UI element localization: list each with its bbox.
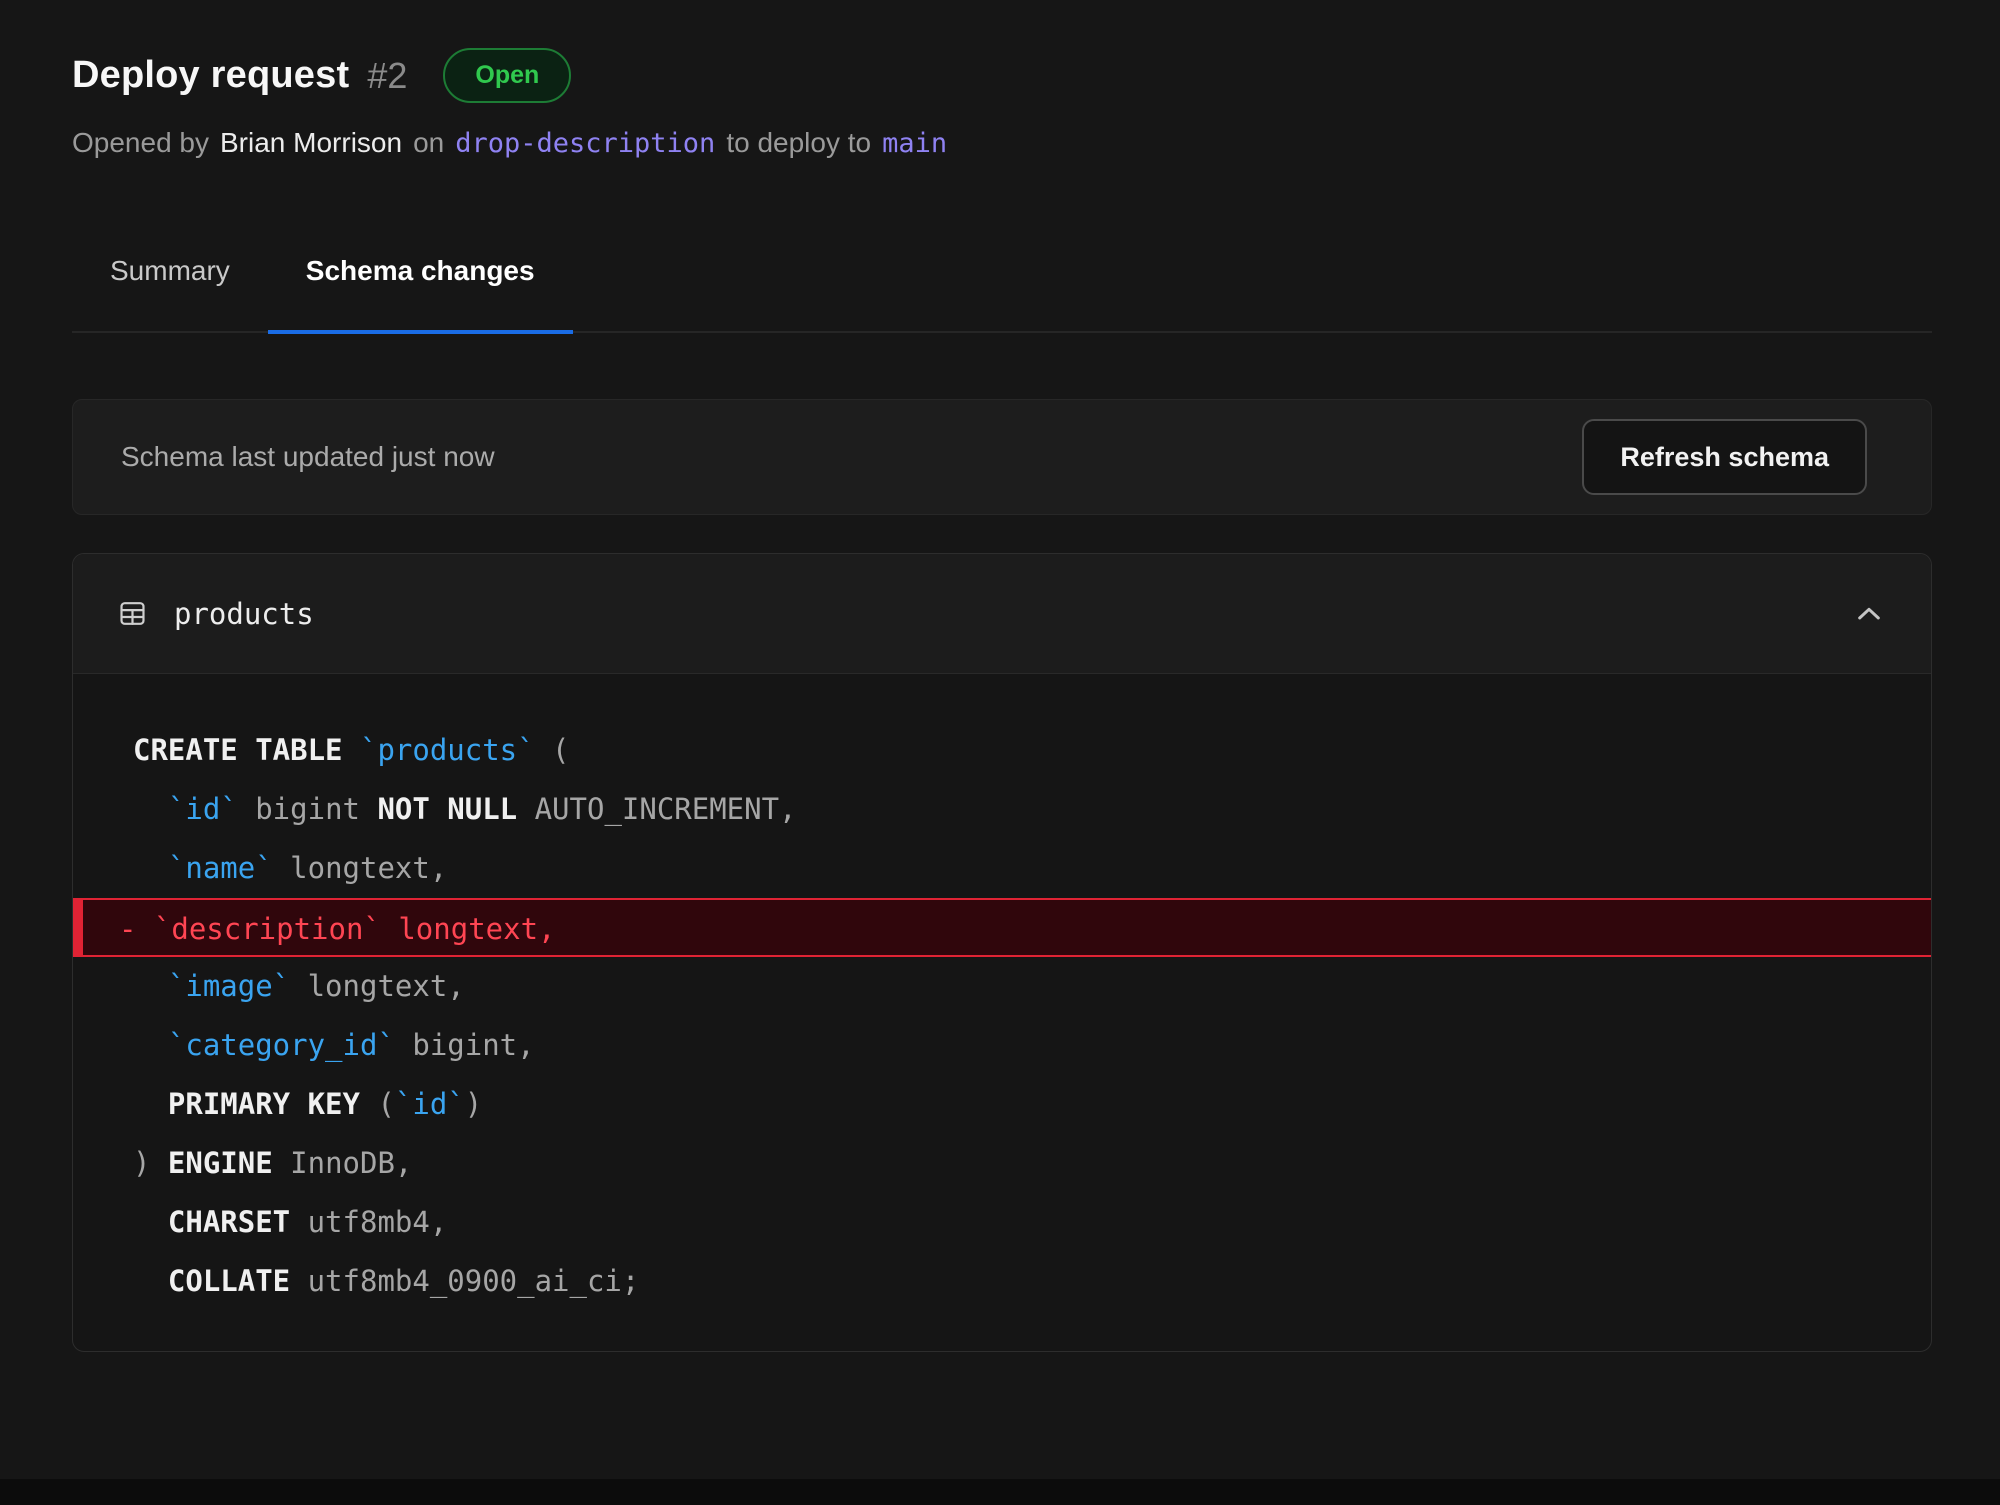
deploy-to-label: to deploy to	[726, 127, 871, 159]
target-branch-link[interactable]: main	[882, 128, 947, 159]
tab-schema-changes[interactable]: Schema changes	[268, 255, 573, 331]
on-label: on	[413, 127, 444, 159]
author-name: Brian Morrison	[220, 127, 402, 159]
table-name: products	[174, 597, 314, 631]
table-panel-header[interactable]: products	[73, 554, 1931, 674]
page-header: Deploy request #2 Open	[72, 48, 1932, 103]
sql-line: `image` longtext,	[73, 957, 1931, 1016]
sql-line: CREATE TABLE `products` (	[73, 721, 1931, 780]
sql-line-deleted: - `description` longtext,	[73, 898, 1931, 957]
tab-summary[interactable]: Summary	[72, 255, 268, 331]
chevron-up-icon[interactable]	[1853, 598, 1885, 630]
sql-line: `name` longtext,	[73, 839, 1931, 898]
schema-table-panel: products CREATE TABLE `products` ( `id` …	[72, 553, 1932, 1352]
sql-code: CREATE TABLE `products` ( `id` bigint NO…	[73, 674, 1931, 1351]
sql-line: `category_id` bigint,	[73, 1016, 1931, 1075]
sql-line: ) ENGINE InnoDB,	[73, 1134, 1931, 1193]
refresh-schema-button[interactable]: Refresh schema	[1582, 419, 1867, 495]
deploy-request-subtitle: Opened by Brian Morrison on drop-descrip…	[72, 127, 1932, 159]
deploy-request-number: #2	[367, 55, 407, 97]
table-icon	[117, 598, 148, 629]
schema-status-bar: Schema last updated just now Refresh sch…	[72, 399, 1932, 515]
opened-by-label: Opened by	[72, 127, 209, 159]
status-badge: Open	[443, 48, 571, 103]
tab-bar: Summary Schema changes	[72, 255, 1932, 333]
sql-line: PRIMARY KEY (`id`)	[73, 1075, 1931, 1134]
sql-line: `id` bigint NOT NULL AUTO_INCREMENT,	[73, 780, 1931, 839]
bottom-edge	[0, 1479, 2000, 1505]
schema-updated-text: Schema last updated just now	[121, 441, 495, 473]
deploy-request-page: Deploy request #2 Open Opened by Brian M…	[0, 0, 2000, 1352]
sql-line: CHARSET utf8mb4,	[73, 1193, 1931, 1252]
sql-line: COLLATE utf8mb4_0900_ai_ci;	[73, 1252, 1931, 1311]
page-title: Deploy request	[72, 54, 349, 97]
source-branch-link[interactable]: drop-description	[455, 128, 715, 159]
